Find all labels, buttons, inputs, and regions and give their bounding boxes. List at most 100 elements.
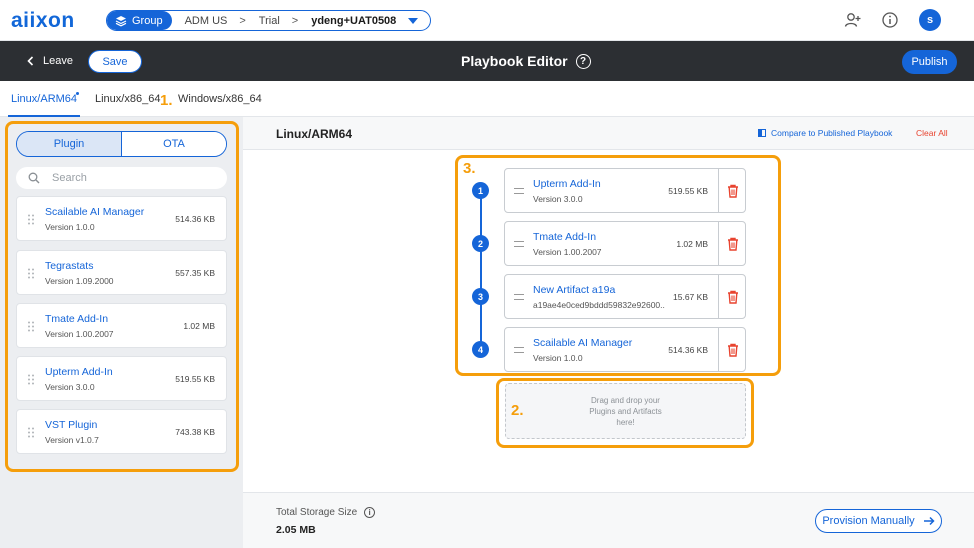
provision-label: Provision Manually: [822, 515, 915, 527]
playbook-item-size: 519.55 KB: [668, 186, 708, 196]
page-title-text: Playbook Editor: [461, 53, 568, 69]
plugin-card[interactable]: VST Plugin Version v1.0.7 743.38 KB: [16, 409, 227, 454]
compare-icon: [758, 129, 766, 137]
drag-handle-icon[interactable]: [27, 374, 35, 385]
step-number-badge: 2: [472, 235, 489, 252]
plugin-card[interactable]: Tmate Add-In Version 1.00.2007 1.02 MB: [16, 303, 227, 348]
footer-bar: Total Storage Size i 2.05 MB Provision M…: [243, 492, 974, 548]
plugin-version: Version v1.0.7: [45, 435, 99, 445]
plugin-name: Scailable AI Manager: [45, 206, 145, 218]
arrow-right-icon: [923, 516, 935, 526]
plugin-version: Version 1.00.2007: [45, 329, 114, 339]
playbook-item[interactable]: Scailable AI Manager Version 1.0.0 514.3…: [504, 327, 746, 372]
drag-handle-icon[interactable]: [27, 214, 35, 225]
breadcrumb-item-account[interactable]: ydeng+UAT0508: [298, 15, 396, 27]
leave-label: Leave: [43, 55, 73, 67]
plugin-name: Tegrastats: [45, 260, 94, 272]
search-input[interactable]: Search: [52, 172, 87, 184]
chevron-left-icon: [27, 56, 34, 66]
playbook-item-size: 1.02 MB: [676, 239, 708, 249]
playbook-item-size: 514.36 KB: [668, 345, 708, 355]
library-segment-control: Plugin OTA: [16, 131, 227, 157]
compare-published-button[interactable]: Compare to Published Playbook: [758, 128, 892, 138]
annotation-number-2: 2.: [511, 402, 524, 419]
drop-zone[interactable]: Drag and drop your Plugins and Artifacts…: [505, 383, 746, 439]
playbook-arch-title: Linux/ARM64: [276, 127, 353, 141]
step-number-badge: 1: [472, 182, 489, 199]
drag-handle-icon[interactable]: [514, 294, 524, 300]
help-icon[interactable]: ?: [575, 53, 591, 69]
playbook-item-version: Version 3.0.0: [533, 194, 583, 204]
breadcrumb-item-plan[interactable]: Trial: [246, 15, 280, 27]
info-icon[interactable]: [881, 11, 899, 29]
playbook-item-name: Scailable AI Manager: [533, 337, 633, 349]
plugin-card[interactable]: Tegrastats Version 1.09.2000 557.35 KB: [16, 250, 227, 295]
segment-plugin[interactable]: Plugin: [17, 132, 122, 156]
drag-handle-icon[interactable]: [27, 427, 35, 438]
annotation-number-1: 1.: [160, 92, 173, 109]
info-icon[interactable]: i: [364, 507, 376, 518]
unsaved-dot: [76, 92, 79, 95]
tab-windows-x86-64[interactable]: Windows/x86_64: [178, 93, 262, 105]
plugin-version: Version 1.09.2000: [45, 276, 114, 286]
drag-handle-icon[interactable]: [27, 321, 35, 332]
playbook-item-name: Upterm Add-In: [533, 178, 601, 190]
breadcrumb-separator: >: [291, 14, 299, 27]
plugin-library-panel: Plugin OTA Search Scailable AI Manager V…: [0, 117, 243, 548]
plugin-size: 743.38 KB: [175, 427, 215, 437]
step-number-badge: 3: [472, 288, 489, 305]
breadcrumb-item-region[interactable]: ADM US: [172, 15, 228, 27]
plugin-name: Tmate Add-In: [45, 313, 109, 325]
breadcrumb[interactable]: Group ADM US > Trial > ydeng+UAT0508: [106, 10, 431, 31]
playbook-item-size: 15.67 KB: [673, 292, 708, 302]
playbook-item-name: Tmate Add-In: [533, 231, 597, 243]
trash-icon: [727, 237, 738, 251]
plugin-version: Version 1.0.0: [45, 222, 95, 232]
playbook-item[interactable]: Upterm Add-In Version 3.0.0 519.55 KB: [504, 168, 746, 213]
tab-linux-x86-64[interactable]: Linux/x86_64: [95, 93, 160, 105]
editor-bar: Leave Save Playbook Editor ? Publish: [0, 41, 974, 81]
playbook-item[interactable]: New Artifact a19a a19ae4e0ced9bddd59832e…: [504, 274, 746, 319]
chevron-down-icon[interactable]: [408, 17, 419, 24]
compare-label: Compare to Published Playbook: [771, 128, 893, 138]
delete-button[interactable]: [718, 328, 746, 371]
segment-ota[interactable]: OTA: [122, 132, 226, 156]
leave-button[interactable]: Leave: [27, 55, 73, 67]
tab-linux-arm64[interactable]: Linux/ARM64: [11, 93, 77, 105]
drag-handle-icon[interactable]: [514, 188, 524, 194]
delete-button[interactable]: [718, 222, 746, 265]
clear-all-button[interactable]: Clear All: [916, 128, 948, 138]
playbook-item[interactable]: Tmate Add-In Version 1.00.2007 1.02 MB: [504, 221, 746, 266]
plugin-name: Upterm Add-In: [45, 366, 113, 378]
drop-zone-line: Plugins and Artifacts: [589, 406, 662, 416]
drop-zone-line: Drag and drop your: [591, 395, 660, 405]
trash-icon: [727, 343, 738, 357]
publish-button[interactable]: Publish: [902, 50, 957, 74]
drop-zone-line: here!: [616, 417, 635, 427]
page-title: Playbook Editor ?: [461, 53, 591, 69]
logo[interactable]: aiixon: [11, 9, 75, 33]
plugin-size: 519.55 KB: [175, 374, 215, 384]
drag-handle-icon[interactable]: [514, 347, 524, 353]
add-user-icon[interactable]: [844, 11, 862, 29]
delete-button[interactable]: [718, 275, 746, 318]
breadcrumb-group-label: Group: [132, 14, 163, 27]
plugin-card[interactable]: Upterm Add-In Version 3.0.0 519.55 KB: [16, 356, 227, 401]
annotation-number-3: 3.: [463, 160, 476, 177]
playbook-item-version: Version 1.0.0: [533, 353, 583, 363]
drag-handle-icon[interactable]: [514, 241, 524, 247]
plugin-size: 557.35 KB: [175, 268, 215, 278]
search-box[interactable]: Search: [16, 167, 227, 189]
trash-icon: [727, 184, 738, 198]
plugin-size: 1.02 MB: [183, 321, 215, 331]
search-icon: [28, 172, 40, 184]
drag-handle-icon[interactable]: [27, 268, 35, 279]
drop-zone-text: Drag and drop your Plugins and Artifacts…: [589, 395, 661, 428]
breadcrumb-group[interactable]: Group: [107, 11, 172, 30]
delete-button[interactable]: [718, 169, 746, 212]
storage-label: Total Storage Size i: [276, 507, 376, 518]
save-button[interactable]: Save: [88, 50, 142, 73]
provision-manually-button[interactable]: Provision Manually: [815, 509, 942, 533]
plugin-card[interactable]: Scailable AI Manager Version 1.0.0 514.3…: [16, 196, 227, 241]
avatar[interactable]: s: [919, 9, 941, 31]
